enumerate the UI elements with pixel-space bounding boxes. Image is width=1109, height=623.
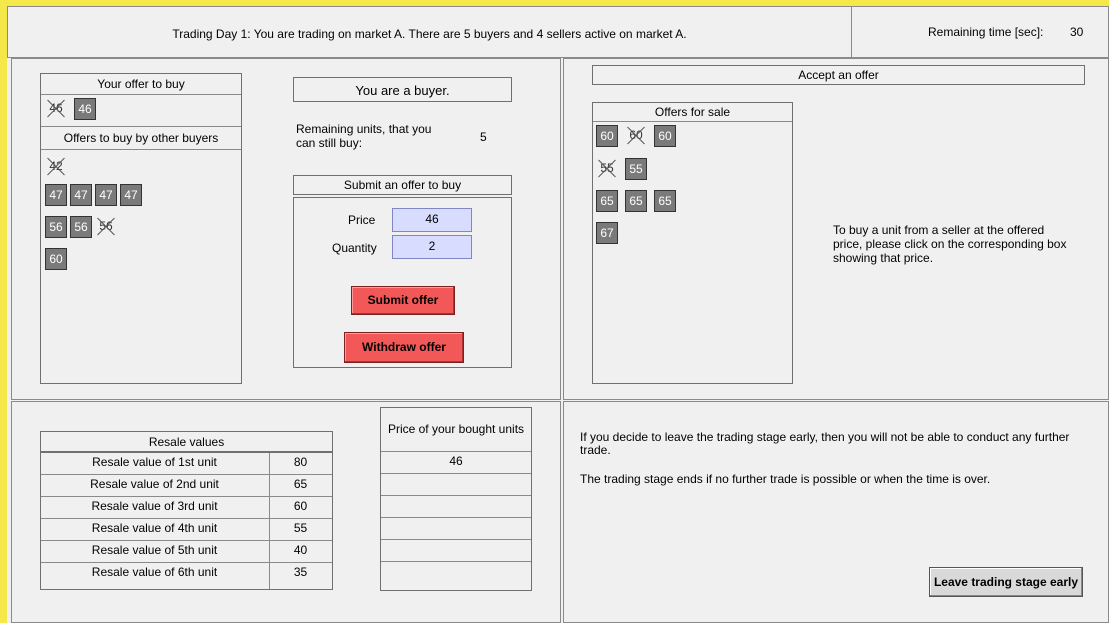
resale-row-value: 80 bbox=[293, 455, 308, 469]
buyer-offer-chip[interactable]: 47 bbox=[95, 184, 117, 206]
resale-row-divider bbox=[41, 518, 332, 519]
bought-units-title: Price of your bought units bbox=[387, 422, 525, 436]
accept-title-box: Accept an offer bbox=[592, 65, 1085, 85]
submit-offer-button[interactable]: Submit offer bbox=[351, 286, 455, 315]
buyer-offer-chip-withdrawn: 42 bbox=[45, 156, 67, 178]
resale-row-divider bbox=[41, 562, 332, 563]
buyer-offer-chip[interactable]: 56 bbox=[70, 216, 92, 238]
remaining-units-label: Remaining units, that you can still buy: bbox=[296, 122, 432, 150]
quantity-input[interactable]: 2 bbox=[392, 235, 472, 259]
remaining-time-label: Remaining time [sec]: bbox=[928, 25, 1044, 39]
resale-row-value: 60 bbox=[293, 499, 308, 513]
your-offer-chip-withdrawn: 46 bbox=[45, 98, 67, 120]
sale-offer-chip-withdrawn: 60 bbox=[625, 125, 647, 147]
sale-offer-chip[interactable]: 65 bbox=[654, 190, 676, 212]
your-offer-title: Your offer to buy bbox=[97, 77, 185, 91]
sale-offer-chip[interactable]: 60 bbox=[654, 125, 676, 147]
offers-for-sale-title: Offers for sale bbox=[654, 105, 731, 119]
sale-offer-chip[interactable]: 67 bbox=[596, 222, 618, 244]
accept-instruction: To buy a unit from a seller at the offer… bbox=[833, 223, 1067, 265]
resale-title: Resale values bbox=[148, 435, 225, 449]
resale-row-label: Resale value of 4th unit bbox=[91, 521, 218, 535]
resale-row-divider bbox=[41, 540, 332, 541]
role-box: You are a buyer. bbox=[293, 77, 512, 102]
header-message: Trading Day 1: You are trading on market… bbox=[172, 27, 687, 41]
bought-row-divider bbox=[381, 539, 531, 540]
submit-title: Submit an offer to buy bbox=[343, 178, 462, 192]
remaining-time-value: 30 bbox=[1070, 25, 1084, 39]
remaining-units-value: 5 bbox=[480, 130, 487, 144]
withdraw-offer-button[interactable]: Withdraw offer bbox=[344, 332, 464, 363]
other-offers-title: Offers to buy by other buyers bbox=[63, 131, 219, 145]
bought-row-divider bbox=[381, 495, 531, 496]
sale-offer-chip[interactable]: 65 bbox=[596, 190, 618, 212]
role-title: You are a buyer. bbox=[355, 83, 450, 98]
accept-title: Accept an offer bbox=[798, 68, 879, 82]
bought-row-divider bbox=[381, 517, 531, 518]
leave-trading-button[interactable]: Leave trading stage early bbox=[929, 567, 1083, 597]
buyer-offer-chip[interactable]: 56 bbox=[45, 216, 67, 238]
resale-row-value: 55 bbox=[293, 521, 308, 535]
buyer-offer-chip[interactable]: 47 bbox=[45, 184, 67, 206]
quantity-label: Quantity bbox=[332, 241, 377, 255]
buyer-offer-chip[interactable]: 60 bbox=[45, 248, 67, 270]
bought-row-divider bbox=[381, 451, 531, 452]
buyer-offer-chip[interactable]: 47 bbox=[70, 184, 92, 206]
resale-title-box: Resale values bbox=[40, 431, 333, 452]
sale-offer-chip[interactable]: 55 bbox=[625, 158, 647, 180]
submit-title-box: Submit an offer to buy bbox=[293, 175, 512, 195]
bought-units-table: Price of your bought units bbox=[380, 407, 532, 591]
resale-row-label: Resale value of 2nd unit bbox=[90, 477, 219, 491]
resale-row-label: Resale value of 1st unit bbox=[92, 455, 217, 469]
sale-offer-chip[interactable]: 65 bbox=[625, 190, 647, 212]
resale-row-divider bbox=[41, 496, 332, 497]
buyer-offer-chip-withdrawn: 56 bbox=[95, 216, 117, 238]
leave-text-1: If you decide to leave the trading stage… bbox=[580, 430, 1070, 457]
bought-unit-price: 46 bbox=[449, 454, 463, 468]
price-label: Price bbox=[348, 213, 376, 227]
resale-row-value: 35 bbox=[293, 565, 308, 579]
bought-row-divider bbox=[381, 473, 531, 474]
resale-row-label: Resale value of 6th unit bbox=[91, 565, 218, 579]
offers-for-sale-box: Offers for sale bbox=[592, 102, 793, 384]
resale-row-value: 40 bbox=[293, 543, 308, 557]
resale-row-label: Resale value of 5th unit bbox=[91, 543, 218, 557]
resale-row-label: Resale value of 3rd unit bbox=[91, 499, 218, 513]
resale-row-value: 65 bbox=[293, 477, 308, 491]
sale-offer-chip[interactable]: 60 bbox=[596, 125, 618, 147]
left-frame-border bbox=[0, 0, 7, 623]
leave-text-2: The trading stage ends if no further tra… bbox=[580, 472, 991, 486]
submit-form: Price 46 Quantity 2 Submit offer Withdra… bbox=[293, 197, 512, 368]
header-bar: Trading Day 1: You are trading on market… bbox=[7, 6, 852, 58]
timer-box: Remaining time [sec]: 30 bbox=[851, 6, 1109, 58]
buyer-offer-chip[interactable]: 47 bbox=[120, 184, 142, 206]
resale-row-divider bbox=[41, 474, 332, 475]
price-input[interactable]: 46 bbox=[392, 208, 472, 232]
sale-offer-chip-withdrawn: 55 bbox=[596, 158, 618, 180]
your-offer-chip[interactable]: 46 bbox=[74, 98, 96, 120]
bought-row-divider bbox=[381, 561, 531, 562]
